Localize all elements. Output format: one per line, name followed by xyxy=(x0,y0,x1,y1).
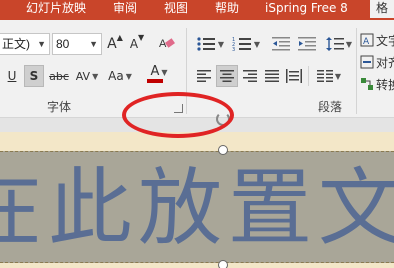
smartart-icon xyxy=(361,78,373,90)
chevron-down-icon: ▼ xyxy=(92,71,99,81)
annotation-highlight-ellipse xyxy=(122,92,234,138)
columns-button[interactable]: ▼ xyxy=(314,65,344,87)
font-name-value: 正文) xyxy=(2,37,30,51)
decrease-indent-button[interactable] xyxy=(270,33,292,55)
numbered-list-icon: 1 2 3 xyxy=(232,37,251,52)
chevron-down-icon: ▼ xyxy=(345,39,353,49)
line-spacing-button[interactable]: ▼ xyxy=(324,33,354,55)
tab-slideshow[interactable]: 幻灯片放映 xyxy=(26,0,86,18)
slide-title-text[interactable]: 在此放置文 xyxy=(0,158,394,258)
align-center-button[interactable] xyxy=(216,65,238,87)
font-group-label: 字体 xyxy=(47,100,72,114)
chevron-down-icon: ▼ xyxy=(334,71,342,81)
grow-font-icon: A xyxy=(107,36,117,52)
ribbon-tab-bar: 幻灯片放映 审阅 视图 帮助 iSpring Free 8 格 xyxy=(0,0,394,20)
line-spacing-icon xyxy=(325,37,344,51)
resize-handle-bottom[interactable] xyxy=(218,260,228,268)
tab-review[interactable]: 审阅 xyxy=(113,0,137,18)
align-left-button[interactable] xyxy=(194,65,214,87)
chevron-down-icon[interactable]: ▼ xyxy=(89,34,98,54)
decrease-indent-icon xyxy=(272,37,290,51)
bullet-list-icon xyxy=(197,37,215,51)
increase-indent-button[interactable] xyxy=(296,33,318,55)
columns-icon xyxy=(316,70,333,82)
convert-smartart-label: 转换 xyxy=(376,77,394,92)
numbering-button[interactable]: 1 2 3 ▼ xyxy=(230,33,262,55)
strikethrough-button[interactable]: abc xyxy=(48,65,70,87)
chevron-down-icon: ▼ xyxy=(125,71,132,81)
text-direction-label: 文字 xyxy=(376,33,394,48)
text-direction-icon: A xyxy=(360,33,374,47)
tab-view[interactable]: 视图 xyxy=(164,0,188,18)
font-color-bar xyxy=(147,79,163,83)
font-color-button[interactable]: A ▼ xyxy=(144,63,174,85)
underline-button[interactable]: U xyxy=(4,65,20,87)
bullets-button[interactable]: ▼ xyxy=(194,33,226,55)
align-right-button[interactable] xyxy=(240,65,260,87)
align-right-icon xyxy=(243,70,257,82)
tab-format[interactable]: 格 xyxy=(370,0,394,18)
change-case-button[interactable]: Aa ▼ xyxy=(104,65,136,87)
tab-ispring[interactable]: iSpring Free 8 xyxy=(265,0,348,18)
group-divider xyxy=(308,66,309,86)
tab-help[interactable]: 帮助 xyxy=(215,0,239,18)
font-size-value: 80 xyxy=(56,37,70,51)
svg-text:3: 3 xyxy=(232,47,235,52)
shrink-font-icon: A xyxy=(129,37,139,51)
chevron-down-icon: ▼ xyxy=(217,39,225,49)
eraser-icon: A xyxy=(159,38,175,50)
paragraph-group-label: 段落 xyxy=(318,100,343,114)
grow-font-button[interactable]: A ▲ xyxy=(106,33,124,55)
align-center-icon xyxy=(220,70,234,82)
character-spacing-icon: AV xyxy=(75,69,91,83)
svg-text:A: A xyxy=(363,37,370,47)
align-text-button[interactable]: 对齐 xyxy=(360,51,394,73)
character-spacing-button[interactable]: AV ▼ xyxy=(72,65,102,87)
text-direction-button[interactable]: A 文字 xyxy=(360,29,394,51)
change-case-icon: Aa xyxy=(108,69,124,83)
align-text-icon xyxy=(360,55,374,69)
svg-text:A: A xyxy=(159,38,167,50)
align-left-icon xyxy=(197,70,211,82)
title-placeholder[interactable]: 在此放置文 xyxy=(0,151,394,263)
shrink-font-button[interactable]: A ▼ xyxy=(128,33,146,55)
chevron-down-icon: ▼ xyxy=(253,39,261,49)
distributed-button[interactable] xyxy=(284,65,304,87)
align-text-label: 对齐 xyxy=(376,55,394,70)
increase-indent-icon xyxy=(298,37,316,51)
resize-handle-top[interactable] xyxy=(218,145,228,155)
justify-button[interactable] xyxy=(262,65,282,87)
chevron-down-icon: ▼ xyxy=(161,67,168,77)
justify-icon xyxy=(265,70,279,82)
font-color-icon: A xyxy=(150,64,160,79)
shadow-button[interactable]: S xyxy=(24,65,44,87)
convert-smartart-button[interactable]: 转换 xyxy=(360,73,394,95)
font-name-combo[interactable]: 正文) ▼ xyxy=(0,33,50,55)
group-divider xyxy=(356,28,357,114)
clear-formatting-button[interactable]: A xyxy=(156,33,178,55)
font-size-combo[interactable]: 80 ▼ xyxy=(52,33,102,55)
chevron-down-icon[interactable]: ▼ xyxy=(37,34,46,54)
distributed-icon xyxy=(286,69,302,83)
